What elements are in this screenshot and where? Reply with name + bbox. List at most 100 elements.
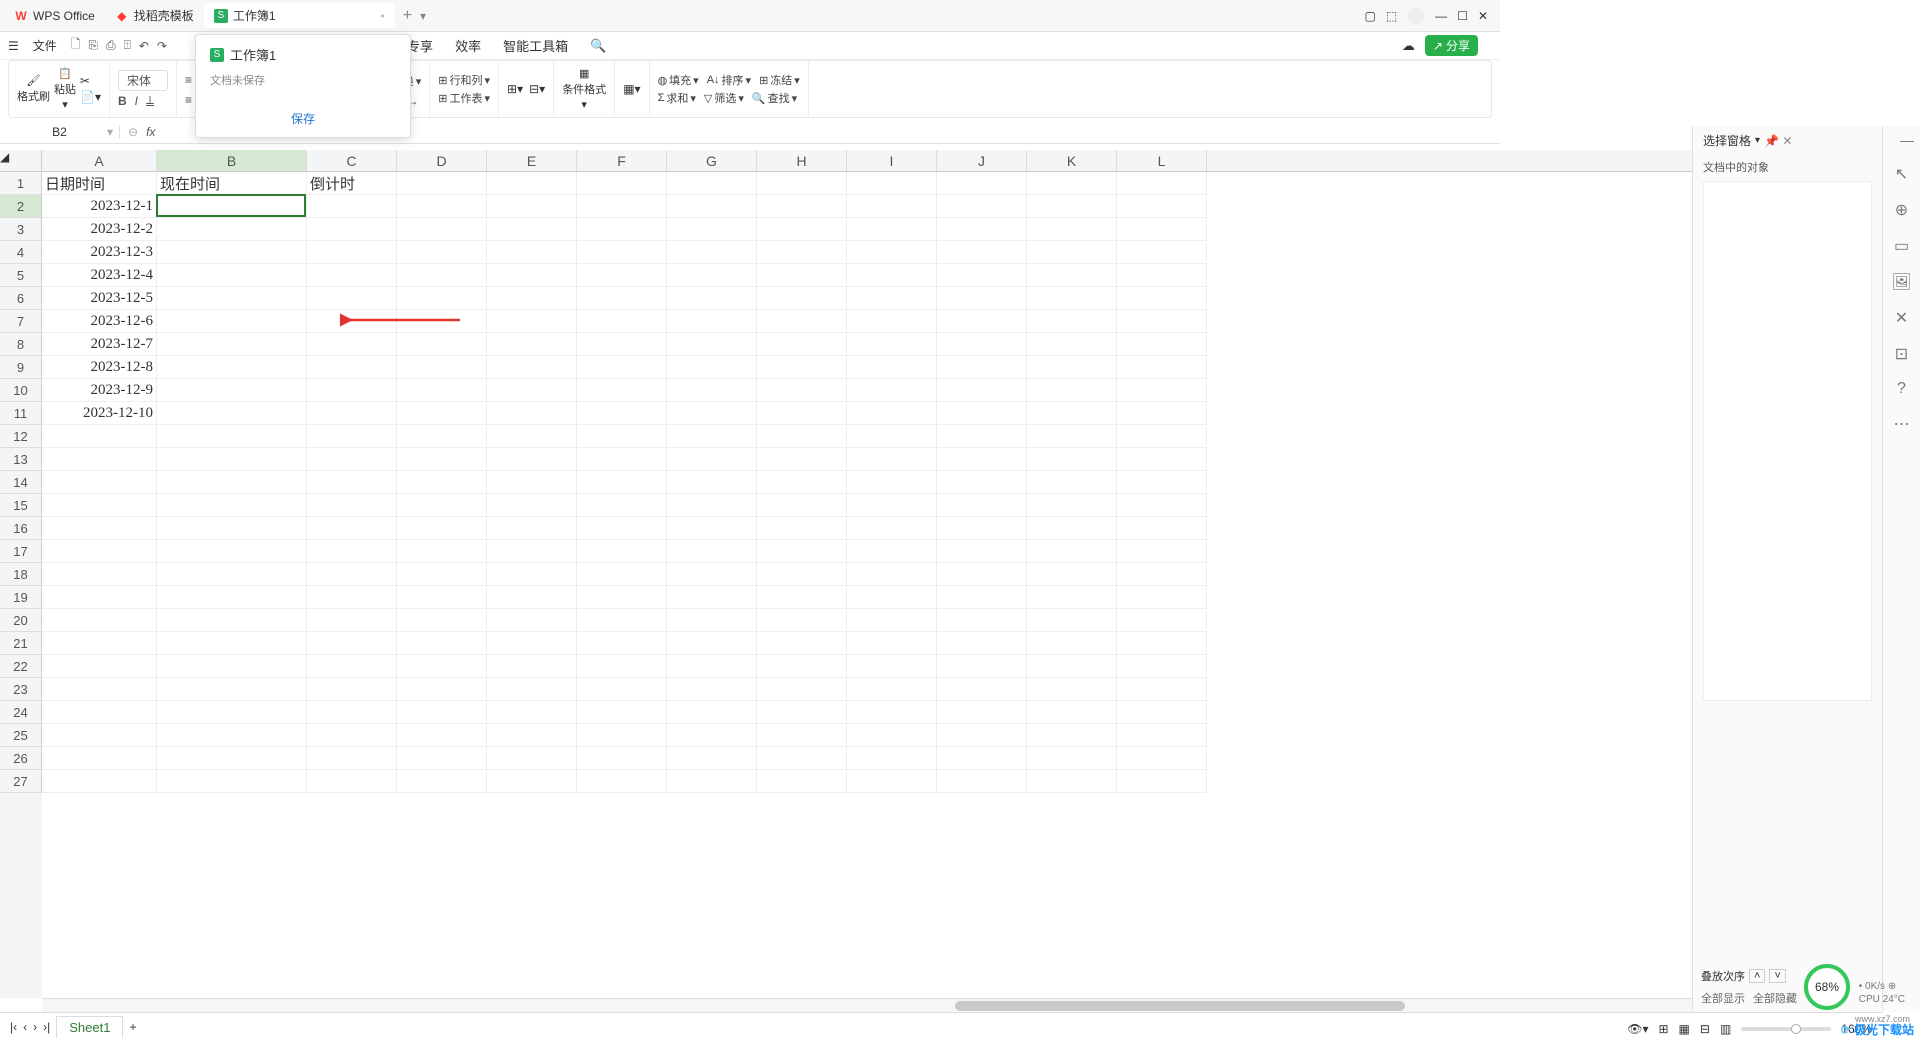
cell-F26[interactable] [577, 747, 667, 770]
cell-C3[interactable] [307, 218, 397, 241]
cell-K7[interactable] [1027, 310, 1117, 333]
cell-D20[interactable] [397, 609, 487, 632]
cell-D27[interactable] [397, 770, 487, 793]
cell-J12[interactable] [937, 425, 1027, 448]
cell-G19[interactable] [667, 586, 757, 609]
cell-L19[interactable] [1117, 586, 1207, 609]
cell-I27[interactable] [847, 770, 937, 793]
share-button[interactable]: ↗ 分享 [1425, 35, 1478, 56]
col-header-D[interactable]: D [397, 150, 487, 171]
sheet-prev-icon[interactable]: ‹ [23, 1020, 27, 1034]
sheet-next-icon[interactable]: › [33, 1020, 37, 1034]
cell-J13[interactable] [937, 448, 1027, 471]
view-pagebreak-icon[interactable]: ▥ [1720, 1022, 1731, 1036]
cell-H3[interactable] [757, 218, 847, 241]
row-header-3[interactable]: 3 [0, 218, 42, 241]
cloud-icon[interactable]: ☁ [1402, 38, 1415, 54]
row-header-17[interactable]: 17 [0, 540, 42, 563]
cell-L12[interactable] [1117, 425, 1207, 448]
cell-K21[interactable] [1027, 632, 1117, 655]
font-family-select[interactable]: 宋体 [118, 70, 168, 91]
cell-A18[interactable] [42, 563, 157, 586]
cell-G21[interactable] [667, 632, 757, 655]
cell-I18[interactable] [847, 563, 937, 586]
cell-C23[interactable] [307, 678, 397, 701]
fill-button[interactable]: ◍ 填充▾ [658, 72, 699, 88]
cell-F9[interactable] [577, 356, 667, 379]
cell-C13[interactable] [307, 448, 397, 471]
cell-G3[interactable] [667, 218, 757, 241]
cell-D25[interactable] [397, 724, 487, 747]
cell-F2[interactable] [577, 195, 667, 218]
delete-icon[interactable]: ⊟▾ [529, 82, 545, 96]
cell-J24[interactable] [937, 701, 1027, 724]
cell-K6[interactable] [1027, 287, 1117, 310]
cell-B2[interactable] [157, 195, 307, 218]
cell-J7[interactable] [937, 310, 1027, 333]
cell-K26[interactable] [1027, 747, 1117, 770]
avatar-icon[interactable] [1407, 7, 1425, 25]
cell-E11[interactable] [487, 402, 577, 425]
cell-L18[interactable] [1117, 563, 1207, 586]
cell-B19[interactable] [157, 586, 307, 609]
cell-C20[interactable] [307, 609, 397, 632]
tab-workbook[interactable]: S 工作簿1 • [204, 3, 395, 28]
cell-J27[interactable] [937, 770, 1027, 793]
cell-L17[interactable] [1117, 540, 1207, 563]
cell-J23[interactable] [937, 678, 1027, 701]
close-panel-icon[interactable]: ✕ [1782, 134, 1792, 148]
row-header-9[interactable]: 9 [0, 356, 42, 379]
cell-B23[interactable] [157, 678, 307, 701]
cell-L24[interactable] [1117, 701, 1207, 724]
cell-L26[interactable] [1117, 747, 1207, 770]
cell-D26[interactable] [397, 747, 487, 770]
cell-G7[interactable] [667, 310, 757, 333]
cell-I24[interactable] [847, 701, 937, 724]
cell-I23[interactable] [847, 678, 937, 701]
tab-list-button[interactable]: ▾ [420, 9, 426, 23]
cell-H25[interactable] [757, 724, 847, 747]
cell-I6[interactable] [847, 287, 937, 310]
cell-C12[interactable] [307, 425, 397, 448]
cell-G5[interactable] [667, 264, 757, 287]
cell-A12[interactable] [42, 425, 157, 448]
row-header-19[interactable]: 19 [0, 586, 42, 609]
row-header-22[interactable]: 22 [0, 655, 42, 678]
hide-all-button[interactable]: 全部隐藏 [1753, 990, 1797, 1006]
cell-K10[interactable] [1027, 379, 1117, 402]
cell-D17[interactable] [397, 540, 487, 563]
row-header-7[interactable]: 7 [0, 310, 42, 333]
cell-F21[interactable] [577, 632, 667, 655]
cell-G1[interactable] [667, 172, 757, 195]
cell-G17[interactable] [667, 540, 757, 563]
cell-A19[interactable] [42, 586, 157, 609]
cell-L20[interactable] [1117, 609, 1207, 632]
cell-K12[interactable] [1027, 425, 1117, 448]
cell-D14[interactable] [397, 471, 487, 494]
cell-F23[interactable] [577, 678, 667, 701]
undo-icon[interactable]: ↶ [139, 39, 149, 53]
cell-G27[interactable] [667, 770, 757, 793]
cell-A23[interactable] [42, 678, 157, 701]
box-icon[interactable]: ⬚ [1386, 9, 1397, 23]
cell-G4[interactable] [667, 241, 757, 264]
cell-E4[interactable] [487, 241, 577, 264]
cell-H16[interactable] [757, 517, 847, 540]
cell-B6[interactable] [157, 287, 307, 310]
cell-F6[interactable] [577, 287, 667, 310]
cell-L2[interactable] [1117, 195, 1207, 218]
underline-button[interactable]: ⟂ [146, 93, 154, 108]
cell-C15[interactable] [307, 494, 397, 517]
cell-K22[interactable] [1027, 655, 1117, 678]
cell-I11[interactable] [847, 402, 937, 425]
cell-H10[interactable] [757, 379, 847, 402]
cell-E8[interactable] [487, 333, 577, 356]
cell-B9[interactable] [157, 356, 307, 379]
format-painter-button[interactable]: 🖌格式刷 [17, 74, 50, 104]
cell-L9[interactable] [1117, 356, 1207, 379]
cell-B15[interactable] [157, 494, 307, 517]
cell-K20[interactable] [1027, 609, 1117, 632]
cell-E18[interactable] [487, 563, 577, 586]
add-tab-button[interactable]: + [395, 7, 420, 25]
fx-icon[interactable]: fx [146, 125, 155, 139]
